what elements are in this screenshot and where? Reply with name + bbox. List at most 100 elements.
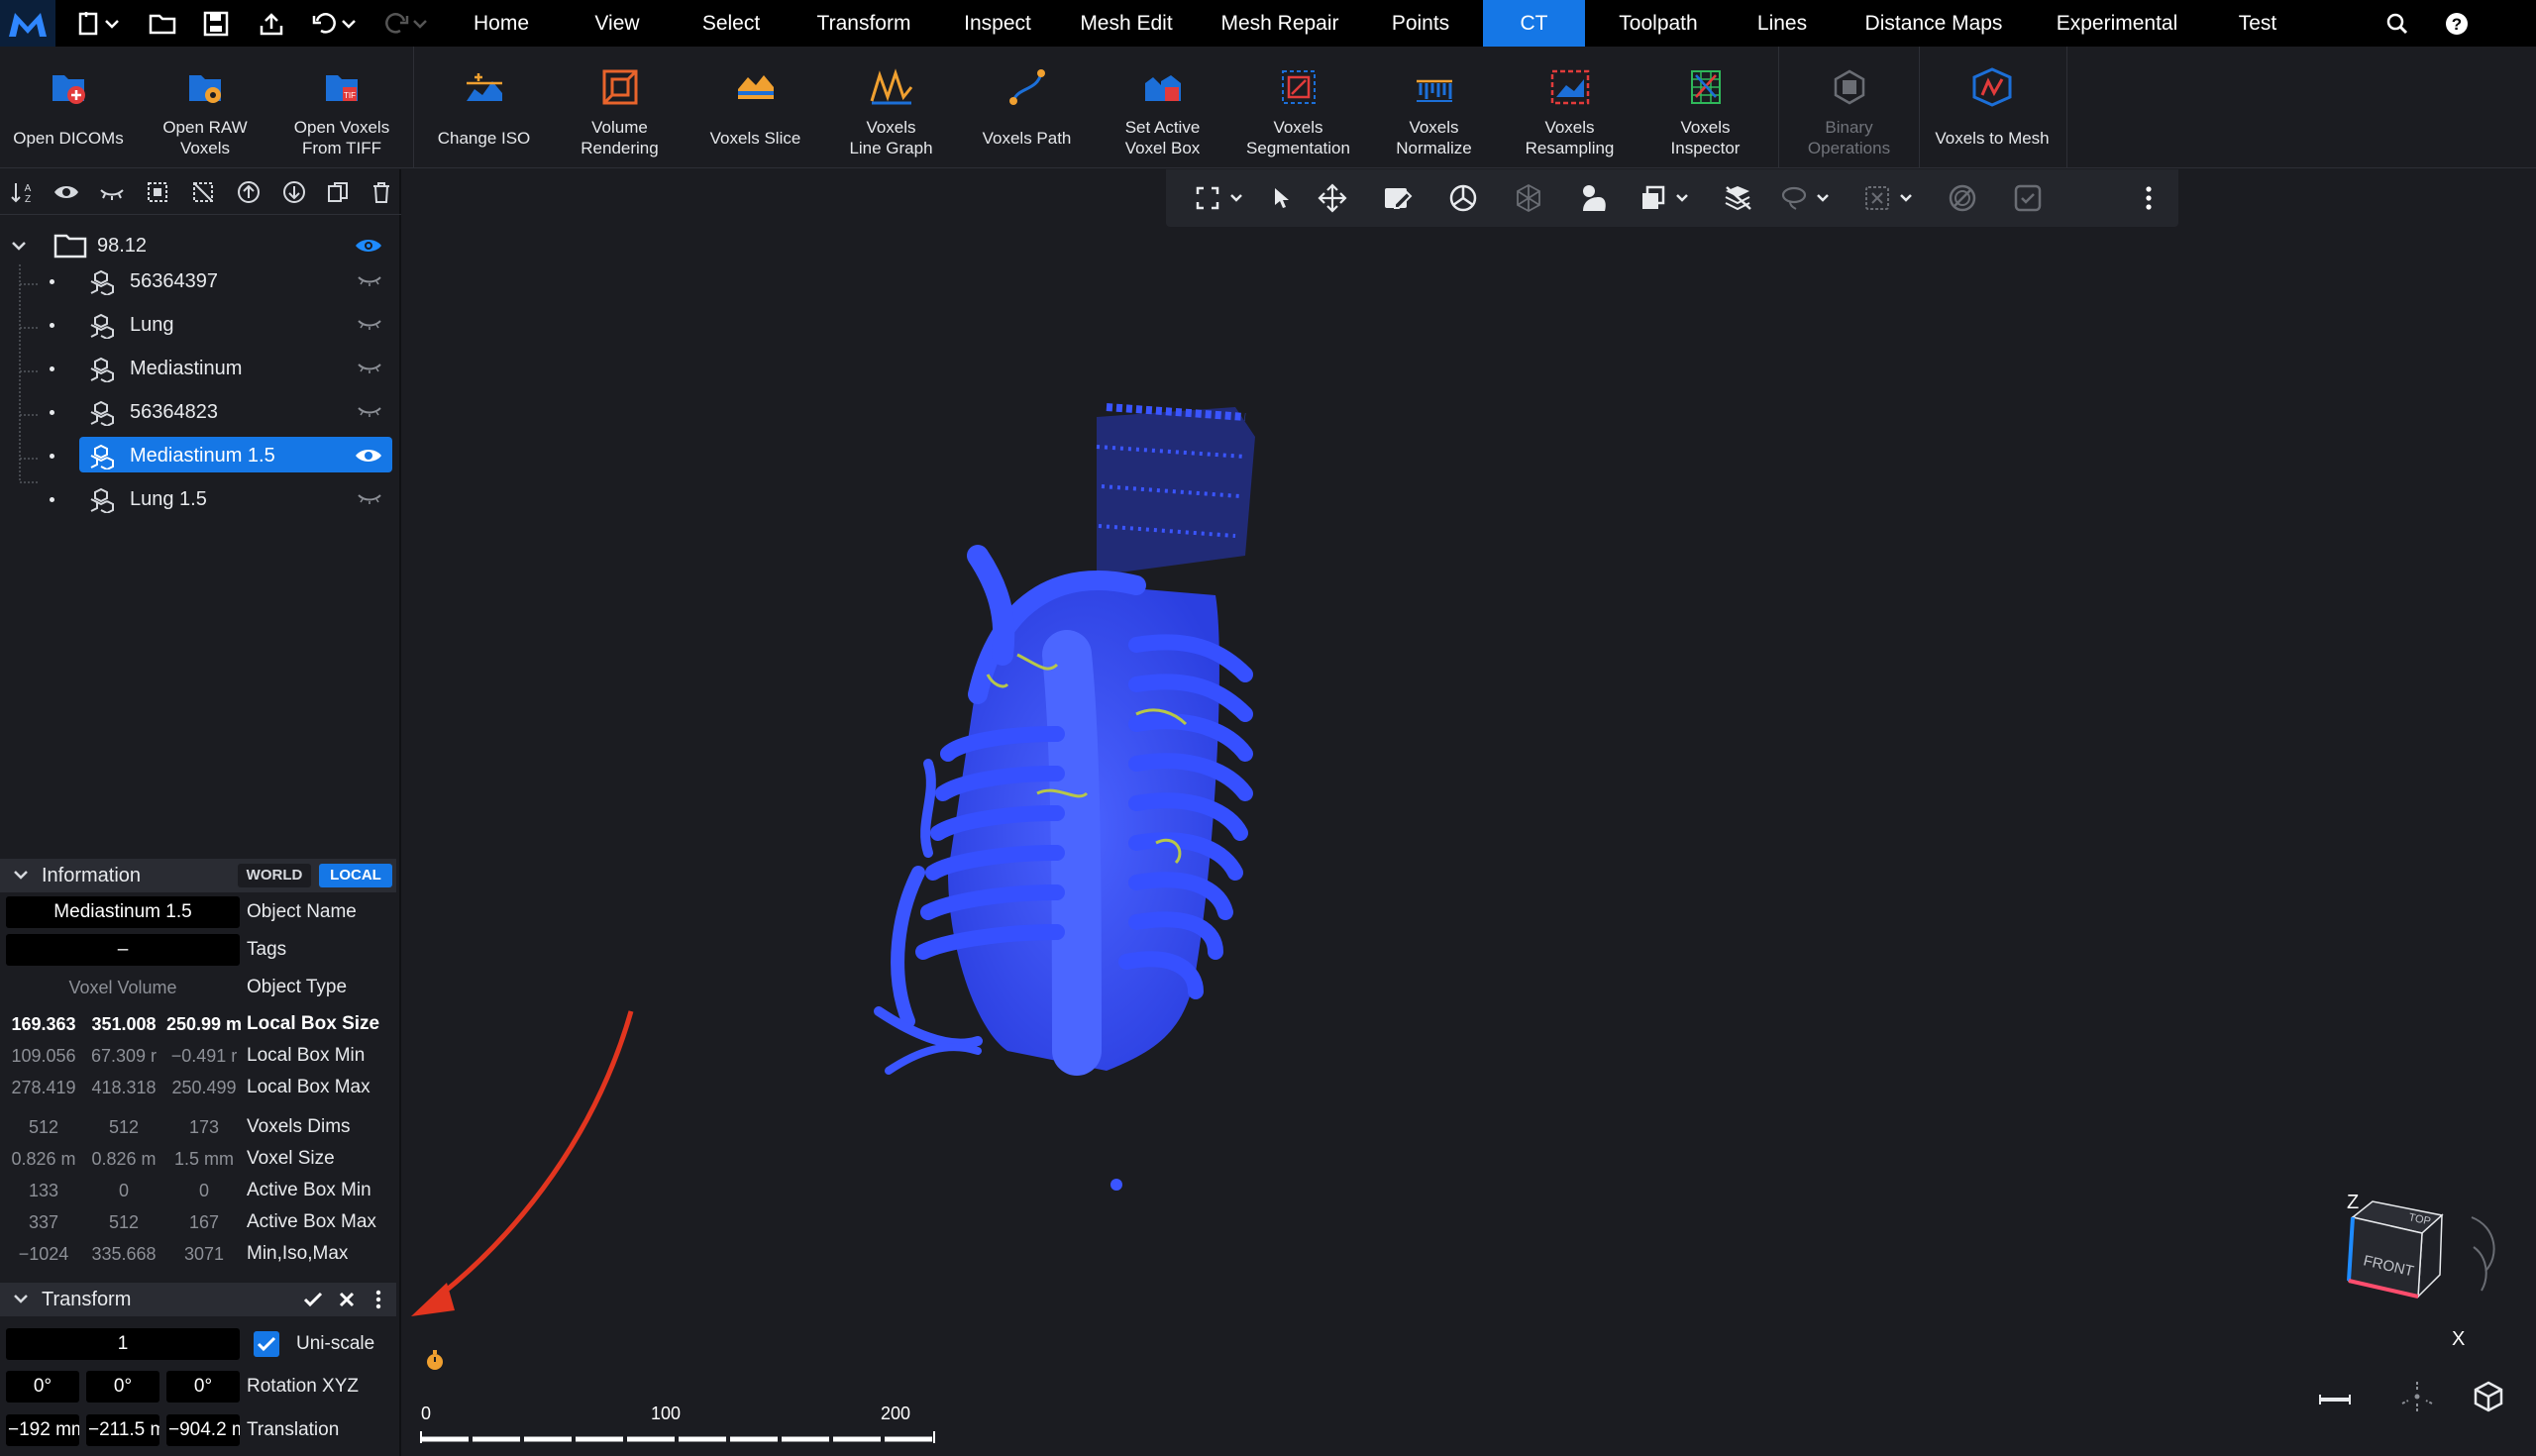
chevron-down-icon[interactable] xyxy=(12,1292,30,1307)
new-file-dropdown-icon[interactable] xyxy=(71,0,125,47)
redo-icon[interactable] xyxy=(380,0,434,47)
apply-check-icon[interactable] xyxy=(303,1291,323,1308)
menu-points[interactable]: Points xyxy=(1379,0,1462,47)
no-entry-icon[interactable] xyxy=(1943,181,1982,215)
open-folder-icon[interactable] xyxy=(145,0,180,47)
tree-item[interactable]: 56364397 xyxy=(0,261,401,301)
hide-faces-icon[interactable] xyxy=(1719,181,1758,215)
uniscale-checkbox[interactable] xyxy=(254,1331,279,1357)
save-icon[interactable] xyxy=(198,0,234,47)
sort-az-icon[interactable]: AZ xyxy=(8,177,38,207)
menu-toolpath[interactable]: Toolpath xyxy=(1607,0,1710,47)
app-logo[interactable] xyxy=(0,0,55,47)
menu-ct[interactable]: CT xyxy=(1483,0,1585,47)
menu-lines[interactable]: Lines xyxy=(1747,0,1817,47)
search-icon[interactable] xyxy=(2379,0,2415,47)
tree-item[interactable]: Mediastinum xyxy=(0,349,401,388)
lasso-dropdown-icon[interactable] xyxy=(1780,181,1836,215)
voxels-slice-button[interactable]: Voxels Slice xyxy=(687,47,823,168)
menu-select[interactable]: Select xyxy=(693,0,769,47)
eye-hidden-icon[interactable] xyxy=(357,363,382,374)
eye-hidden-icon[interactable] xyxy=(357,406,382,418)
help-icon[interactable]: ? xyxy=(2439,0,2475,47)
voxels-line-graph-button[interactable]: Voxels Line Graph xyxy=(823,47,959,168)
delete-icon[interactable] xyxy=(367,177,396,207)
menu-experimental[interactable]: Experimental xyxy=(2043,0,2191,47)
voxels-to-mesh-button[interactable]: Voxels to Mesh xyxy=(1922,47,2062,168)
tags-field[interactable]: – xyxy=(6,934,240,966)
pivot-point-icon[interactable] xyxy=(2400,1380,2434,1413)
move-up-icon[interactable] xyxy=(234,177,264,207)
voxels-segmentation-button[interactable]: Voxels Segmentation xyxy=(1230,47,1366,168)
select-objects-icon[interactable] xyxy=(143,177,172,207)
move-icon[interactable] xyxy=(1313,181,1352,215)
tree-item-selected[interactable]: Mediastinum 1.5 xyxy=(0,436,401,475)
eye-hidden-icon[interactable] xyxy=(357,275,382,287)
change-iso-button[interactable]: Change ISO xyxy=(416,47,552,168)
box-select-dropdown-icon[interactable] xyxy=(1639,181,1695,215)
voxels-resampling-button[interactable]: Voxels Resampling xyxy=(1502,47,1638,168)
information-header[interactable]: Information WORLD LOCAL xyxy=(0,859,396,892)
scale-field[interactable]: 1 xyxy=(6,1328,240,1360)
object-name-field[interactable]: Mediastinum 1.5 xyxy=(6,896,240,928)
ct-chest-voxel-model[interactable] xyxy=(780,358,1414,1209)
menu-test[interactable]: Test xyxy=(2231,0,2284,47)
deselect-icon[interactable] xyxy=(188,177,218,207)
transform-header[interactable]: Transform xyxy=(0,1283,396,1316)
eye-hidden-icon[interactable] xyxy=(357,493,382,505)
rotation-y-field[interactable]: 0° xyxy=(86,1371,159,1403)
hide-all-icon[interactable] xyxy=(97,177,127,207)
chevron-down-icon[interactable] xyxy=(10,238,28,254)
tree-item[interactable]: Lung xyxy=(0,305,401,345)
more-tools-icon[interactable] xyxy=(2139,181,2159,215)
rotation-z-field[interactable]: 0° xyxy=(166,1371,240,1403)
select-arrow-icon[interactable] xyxy=(1261,181,1301,215)
voxels-path-button[interactable]: Voxels Path xyxy=(959,47,1095,168)
duplicate-icon[interactable] xyxy=(323,177,353,207)
binary-operations-button[interactable]: Binary Operations xyxy=(1781,47,1917,168)
tree-item[interactable]: Lung 1.5 xyxy=(0,479,401,519)
eye-visible-icon[interactable] xyxy=(355,237,382,255)
menu-inspect[interactable]: Inspect xyxy=(953,0,1042,47)
translation-y-field[interactable]: −211.5 m xyxy=(86,1414,159,1446)
open-voxels-from-tiff-button[interactable]: TIF Open Voxels From TIFF xyxy=(273,47,410,168)
fit-view-dropdown-icon[interactable] xyxy=(1194,181,1249,215)
menu-mesh-repair[interactable]: Mesh Repair xyxy=(1211,0,1349,47)
open-dicoms-button[interactable]: Open DICOMs xyxy=(0,47,137,168)
eye-visible-icon[interactable] xyxy=(355,447,382,465)
confirm-selection-icon[interactable] xyxy=(2008,181,2048,215)
rotation-x-field[interactable]: 0° xyxy=(6,1371,79,1403)
stopwatch-icon[interactable] xyxy=(423,1348,447,1372)
menu-transform[interactable]: Transform xyxy=(804,0,923,47)
menu-home[interactable]: Home xyxy=(462,0,541,47)
world-toggle[interactable]: WORLD xyxy=(238,864,311,887)
edit-plane-icon[interactable] xyxy=(1378,181,1418,215)
translation-z-field[interactable]: −904.2 m xyxy=(166,1414,240,1446)
measure-ruler-icon[interactable] xyxy=(2317,1390,2353,1409)
clear-selection-dropdown-icon[interactable] xyxy=(1863,181,1919,215)
menu-distance-maps[interactable]: Distance Maps xyxy=(1854,0,2013,47)
chevron-down-icon[interactable] xyxy=(12,868,30,884)
menu-mesh-edit[interactable]: Mesh Edit xyxy=(1072,0,1181,47)
local-toggle[interactable]: LOCAL xyxy=(319,864,392,887)
volume-rendering-button[interactable]: Volume Rendering xyxy=(552,47,687,168)
undo-icon[interactable] xyxy=(309,0,363,47)
brush-select-icon[interactable] xyxy=(1574,181,1614,215)
more-options-icon[interactable] xyxy=(374,1290,382,1309)
move-down-icon[interactable] xyxy=(279,177,309,207)
cancel-x-icon[interactable] xyxy=(339,1292,355,1307)
view-cube-toggle-icon[interactable] xyxy=(2472,1380,2505,1413)
tree-item[interactable]: 56364823 xyxy=(0,392,401,432)
voxels-inspector-button[interactable]: Voxels Inspector xyxy=(1638,47,1773,168)
set-active-voxel-box-button[interactable]: Set Active Voxel Box xyxy=(1095,47,1230,168)
menu-view[interactable]: View xyxy=(581,0,654,47)
tree-root-folder[interactable]: 98.12 xyxy=(0,226,401,265)
show-all-eye-icon[interactable] xyxy=(52,177,81,207)
export-icon[interactable] xyxy=(254,0,289,47)
translation-x-field[interactable]: −192 mm xyxy=(6,1414,79,1446)
3d-viewport[interactable]: TOP FRONT Z X 0 100 200 xyxy=(403,169,2536,1456)
open-raw-voxels-button[interactable]: Open RAW Voxels xyxy=(137,47,273,168)
eye-hidden-icon[interactable] xyxy=(357,319,382,331)
voxels-normalize-button[interactable]: Voxels Normalize xyxy=(1366,47,1502,168)
mesh-select-icon[interactable] xyxy=(1509,181,1548,215)
